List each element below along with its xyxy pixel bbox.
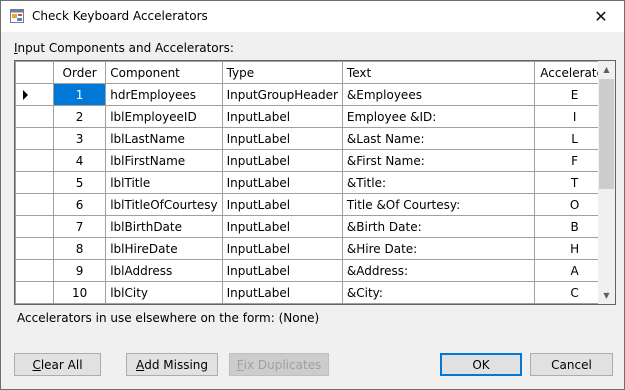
grid-header-row: Order Component Type Text Accelerator [15,61,615,84]
add-missing-button[interactable]: Add Missing [126,353,218,376]
cell-component[interactable]: lblCity [105,281,223,304]
cell-text[interactable]: &Address: [341,259,536,282]
row-header[interactable] [15,105,54,128]
cell-type[interactable]: InputLabel [221,215,343,238]
cell-type[interactable]: InputLabel [221,259,343,282]
cell-text[interactable]: &Hire Date: [341,237,536,260]
window-title: Check Keyboard Accelerators [32,9,208,23]
cell-text[interactable]: &Employees [341,83,536,106]
cell-component[interactable]: lblAddress [105,259,223,282]
cell-type[interactable]: InputLabel [221,127,343,150]
current-row-arrow-icon [23,90,28,100]
row-header[interactable] [15,83,54,106]
table-row[interactable]: 10 lblCity InputLabel &City: C [15,281,615,304]
cell-component[interactable]: hdrEmployees [105,83,223,106]
table-row[interactable]: 5 lblTitle InputLabel &Title: T [15,171,615,194]
row-header[interactable] [15,281,54,304]
table-row[interactable]: 2 lblEmployeeID InputLabel Employee &ID: I [15,105,615,128]
cell-type[interactable]: InputLabel [221,105,343,128]
fix-duplicates-button: Fix Duplicates [229,353,329,376]
cell-type[interactable]: InputGroupHeader [221,83,343,106]
column-header-order[interactable]: Order [52,61,107,84]
form-app-icon [10,9,24,23]
cell-order[interactable]: 5 [52,171,107,194]
cell-component[interactable]: lblHireDate [105,237,223,260]
button-label-rest: dd Missing [144,357,208,372]
ok-button[interactable]: OK [440,353,522,376]
row-header[interactable] [15,259,54,282]
table-row[interactable]: 6 lblTitleOfCourtesy InputLabel Title &Of C… [15,193,615,216]
mnemonic-letter: F [236,357,244,372]
close-icon: ✕ [594,7,608,26]
table-row[interactable]: 9 lblAddress InputLabel &Address: A [15,259,615,282]
cell-order[interactable]: 9 [52,259,107,282]
cell-component[interactable]: lblEmployeeID [105,105,223,128]
button-label-rest: lear All [40,357,83,372]
column-header-type[interactable]: Type [221,61,343,84]
scroll-thumb[interactable] [599,79,614,189]
cell-order[interactable]: 8 [52,237,107,260]
cell-order[interactable]: 7 [52,215,107,238]
table-row[interactable]: 1 hdrEmployees InputGroupHeader &Employees E [15,83,615,106]
components-group-label: Input Components and Accelerators: [14,41,234,55]
row-header[interactable] [15,237,54,260]
row-header[interactable] [15,149,54,172]
cell-type[interactable]: InputLabel [221,149,343,172]
row-header[interactable] [15,171,54,194]
scroll-down-icon[interactable]: ▼ [598,287,615,304]
cell-component[interactable]: lblTitleOfCourtesy [105,193,223,216]
grid-table: Order Component Type Text Accelerator 1h… [15,61,615,304]
row-header[interactable] [15,215,54,238]
row-header-corner [15,61,54,84]
column-header-text[interactable]: Text [341,61,536,84]
cancel-button[interactable]: Cancel [530,353,613,376]
cell-type[interactable]: InputLabel [221,281,343,304]
row-header[interactable] [15,193,54,216]
elsewhere-accelerators-text: Accelerators in use elsewhere on the for… [17,311,320,325]
cell-order[interactable]: 6 [52,193,107,216]
cell-text[interactable]: &Title: [341,171,536,194]
cell-text[interactable]: &Birth Date: [341,215,536,238]
close-button[interactable]: ✕ [578,1,624,32]
accelerators-grid[interactable]: Order Component Type Text Accelerator 1h… [14,60,616,305]
button-label-rest: ix Duplicates [243,357,322,372]
mnemonic-letter: A [135,357,145,372]
cell-order[interactable]: 4 [52,149,107,172]
cell-component[interactable]: lblFirstName [105,149,223,172]
table-row[interactable]: 7 lblBirthDate InputLabel &Birth Date: B [15,215,615,238]
group-label-rest: nput Components and Accelerators: [17,41,234,55]
cell-text[interactable]: &Last Name: [341,127,536,150]
cell-order[interactable]: 10 [52,281,107,304]
dialog-window: Check Keyboard Accelerators ✕ Input Comp… [0,0,625,390]
table-row[interactable]: 8 lblHireDate InputLabel &Hire Date: H [15,237,615,260]
cell-component[interactable]: lblLastName [105,127,223,150]
grid-vertical-scrollbar[interactable]: ▲ ▼ [598,61,615,304]
column-header-component[interactable]: Component [105,61,223,84]
row-header[interactable] [15,127,54,150]
scroll-up-icon[interactable]: ▲ [598,61,615,78]
table-row[interactable]: 4 lblFirstName InputLabel &First Name: F [15,149,615,172]
cell-type[interactable]: InputLabel [221,171,343,194]
cell-text[interactable]: &First Name: [341,149,536,172]
cell-text[interactable]: Title &Of Courtesy: [341,193,536,216]
cell-order[interactable]: 3 [52,127,107,150]
clear-all-button[interactable]: Clear All [14,353,101,376]
mnemonic-letter: C [32,357,41,372]
cell-component[interactable]: lblBirthDate [105,215,223,238]
cell-order[interactable]: 2 [52,105,107,128]
cell-order[interactable]: 1 [52,83,107,106]
title-bar: Check Keyboard Accelerators ✕ [1,1,624,32]
cell-text[interactable]: &City: [341,281,536,304]
cell-component[interactable]: lblTitle [105,171,223,194]
table-row[interactable]: 3 lblLastName InputLabel &Last Name: L [15,127,615,150]
cell-type[interactable]: InputLabel [221,237,343,260]
cell-type[interactable]: InputLabel [221,193,343,216]
cell-text[interactable]: Employee &ID: [341,105,536,128]
